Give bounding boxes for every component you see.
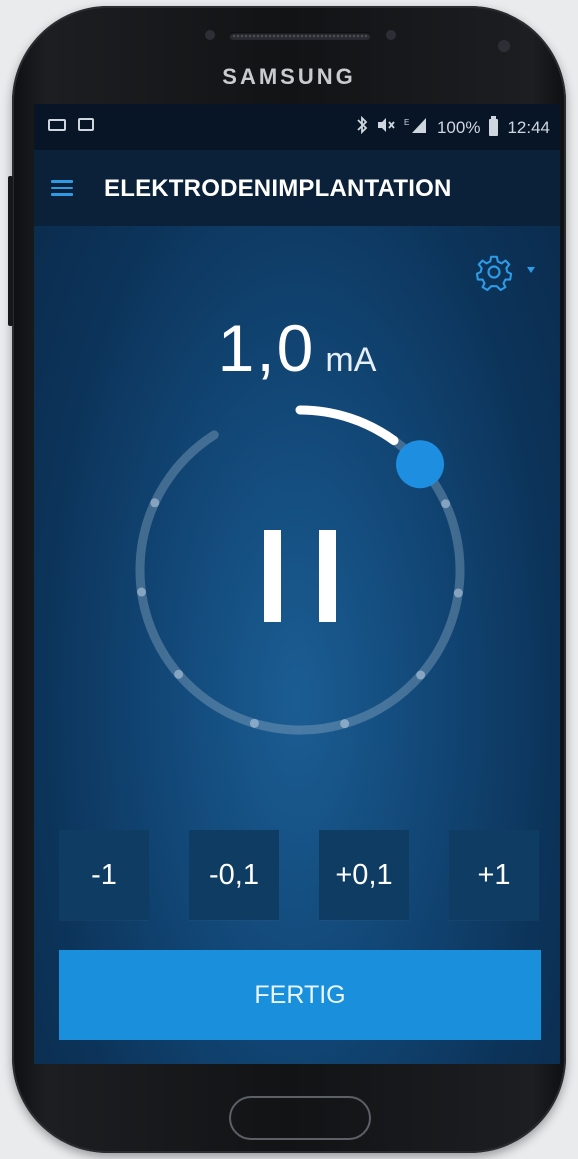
battery-percent: 100% bbox=[436, 117, 481, 137]
app-bar: ELEKTRODENIMPLANTATION bbox=[34, 150, 560, 226]
current-value: 1,0 bbox=[217, 311, 316, 385]
hamburger-menu-icon[interactable] bbox=[51, 180, 73, 196]
dial-tick bbox=[249, 718, 259, 728]
signal-icon: E bbox=[404, 116, 428, 139]
step-plus-0-1-button[interactable]: +0,1 bbox=[319, 830, 409, 920]
dial-tick bbox=[441, 499, 451, 509]
page-title: ELEKTRODENIMPLANTATION bbox=[104, 175, 452, 202]
app-screen: E 100% 12:44 ELEKTRODENIMPLANTATION 1,0 m… bbox=[34, 104, 560, 1064]
dial-tick bbox=[340, 719, 350, 729]
gallery-icon bbox=[78, 118, 94, 131]
home-button[interactable] bbox=[229, 1096, 371, 1140]
dial-tick bbox=[174, 669, 184, 679]
svg-text:E: E bbox=[404, 118, 409, 127]
front-sensor bbox=[205, 30, 215, 40]
status-bar: E 100% 12:44 bbox=[34, 104, 560, 150]
dial-progress bbox=[295, 405, 399, 446]
done-button[interactable]: FERTIG bbox=[59, 950, 541, 1040]
current-unit: mA bbox=[325, 341, 377, 379]
dial-knob[interactable] bbox=[396, 440, 445, 489]
dial-tick bbox=[416, 670, 426, 680]
step-buttons: -1 -0,1 +0,1 +1 bbox=[59, 830, 541, 920]
gear-icon bbox=[475, 255, 513, 292]
bluetooth-icon bbox=[356, 115, 368, 139]
front-sensor bbox=[386, 30, 396, 40]
step-minus-1-button[interactable]: -1 bbox=[59, 830, 149, 920]
mute-icon bbox=[377, 117, 395, 138]
dial-tick bbox=[453, 588, 463, 598]
device-brand: SAMSUNG bbox=[222, 64, 356, 89]
settings-dropdown[interactable] bbox=[475, 252, 541, 292]
screen-mirror-icon bbox=[48, 118, 66, 131]
front-camera bbox=[498, 40, 510, 52]
side-volume-key bbox=[8, 176, 13, 326]
step-plus-1-button[interactable]: +1 bbox=[449, 830, 539, 920]
caret-down-icon bbox=[527, 267, 535, 273]
dial-tick bbox=[150, 498, 160, 508]
earpiece-speaker bbox=[229, 32, 371, 40]
pause-button[interactable] bbox=[264, 530, 336, 622]
battery-icon bbox=[489, 116, 499, 136]
step-minus-0-1-button[interactable]: -0,1 bbox=[189, 830, 279, 920]
current-readout: 1,0 mA bbox=[34, 310, 560, 386]
dial-tick bbox=[137, 587, 147, 597]
clock: 12:44 bbox=[507, 117, 550, 137]
